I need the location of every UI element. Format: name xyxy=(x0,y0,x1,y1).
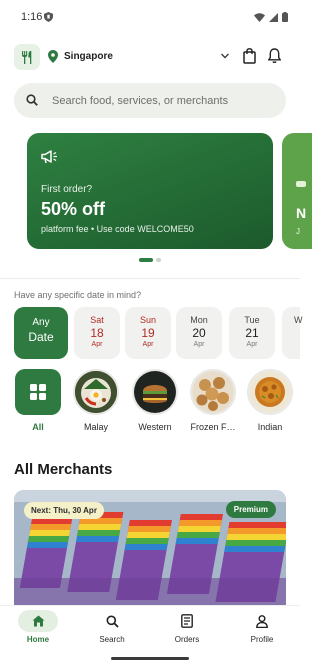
promo-next-subtext: J xyxy=(296,227,300,236)
date-month: Apr xyxy=(142,341,154,348)
frozen-food-image xyxy=(190,369,236,415)
orders-icon xyxy=(181,614,193,628)
nav-search[interactable]: Search xyxy=(82,610,142,644)
carousel-dot xyxy=(156,258,161,262)
burger-art xyxy=(134,371,176,413)
fork-knife-icon xyxy=(22,50,32,64)
date-chip-mon[interactable]: Mon 20 Apr xyxy=(176,307,222,359)
nav-label: Search xyxy=(99,635,125,644)
nav-profile[interactable]: Profile xyxy=(232,610,292,644)
date-question: Have any specific date in mind? xyxy=(14,290,142,300)
battery-icon xyxy=(282,12,288,22)
promo-next-icon xyxy=(296,181,306,187)
date-chip-row: Any Date Sat 18 Apr Sun 19 Apr Mon 20 Ap… xyxy=(14,307,314,359)
category-all[interactable]: All xyxy=(8,369,68,432)
promo-card[interactable]: First order? 50% off platform fee • Use … xyxy=(27,133,273,249)
category-label: Frozen F… xyxy=(190,422,236,432)
category-all-tile xyxy=(15,369,61,415)
next-availability-badge: Next: Thu, 30 Apr xyxy=(24,502,104,519)
location-pin-icon xyxy=(48,50,58,63)
promo-lead: First order? xyxy=(41,184,93,195)
date-chip-wed[interactable]: W xyxy=(282,307,303,359)
profile-icon xyxy=(256,614,268,628)
search-icon-pill xyxy=(92,610,132,632)
indian-food-image xyxy=(247,369,293,415)
status-indicators xyxy=(254,12,288,22)
megaphone-icon xyxy=(41,150,57,164)
location-label[interactable]: Singapore xyxy=(64,51,113,62)
malay-food-image xyxy=(73,369,119,415)
category-malay[interactable]: Malay xyxy=(66,369,126,432)
bottom-navigation: Home Search Orders Profile xyxy=(0,605,300,649)
promo-headline: 50% off xyxy=(41,199,106,219)
home-icon xyxy=(32,615,44,627)
system-home-indicator xyxy=(111,657,189,660)
search-input[interactable] xyxy=(52,83,277,118)
date-day: 19 xyxy=(141,326,155,340)
top-bar: Singapore xyxy=(14,44,286,70)
category-western[interactable]: Western xyxy=(125,369,185,432)
date-month: Apr xyxy=(91,341,103,348)
shopping-bag-icon[interactable] xyxy=(243,48,256,64)
chevron-down-icon[interactable] xyxy=(221,53,229,59)
nav-label: Profile xyxy=(250,635,274,644)
home-icon-pill xyxy=(18,610,58,632)
date-month: Apr xyxy=(246,341,258,348)
category-label: All xyxy=(32,422,44,432)
search-icon xyxy=(26,94,38,106)
date-chip-sun[interactable]: Sun 19 Apr xyxy=(125,307,171,359)
nav-home[interactable]: Home xyxy=(8,610,68,644)
search-icon xyxy=(106,615,119,628)
section-divider xyxy=(0,278,300,279)
burger-image xyxy=(132,369,178,415)
date-month: Apr xyxy=(193,341,205,348)
carousel-indicator xyxy=(139,258,161,262)
signal-icon xyxy=(269,12,278,22)
malay-food-art xyxy=(75,371,117,413)
date-weekday: Sun xyxy=(139,315,156,325)
date-chip-tue[interactable]: Tue 21 Apr xyxy=(229,307,275,359)
date-weekday: Tue xyxy=(244,315,260,325)
date-day: 20 xyxy=(192,326,206,340)
section-title-merchants: All Merchants xyxy=(14,461,113,478)
merchant-card[interactable]: Next: Thu, 30 Apr Premium xyxy=(14,490,286,605)
date-day: 18 xyxy=(90,326,104,340)
category-indian[interactable]: Indian xyxy=(240,369,300,432)
promo-subtext: platform fee • Use code WELCOME50 xyxy=(41,224,194,234)
date-weekday: Sat xyxy=(90,315,104,325)
wifi-icon xyxy=(254,12,265,22)
nav-label: Home xyxy=(26,635,50,644)
category-label: Indian xyxy=(257,422,283,432)
status-bar: 1:16 xyxy=(0,0,300,36)
date-chip-sat[interactable]: Sat 18 Apr xyxy=(74,307,120,359)
any-date-line2: Date xyxy=(28,330,54,344)
frozen-food-art xyxy=(192,371,234,413)
date-day: 21 xyxy=(245,326,259,340)
indian-food-art xyxy=(249,371,291,413)
category-label: Malay xyxy=(83,422,108,432)
nav-orders[interactable]: Orders xyxy=(157,610,217,644)
notification-bell-icon[interactable] xyxy=(268,48,281,64)
promo-next-headline: N xyxy=(296,205,307,221)
category-frozen-food[interactable]: Frozen F… xyxy=(183,369,243,432)
nav-label: Orders xyxy=(174,635,200,644)
grid-icon xyxy=(30,384,46,400)
restaurant-menu-button[interactable] xyxy=(14,44,40,70)
promo-card-next[interactable]: N J xyxy=(282,133,312,249)
any-date-line1: Any xyxy=(32,317,50,328)
orders-icon-pill xyxy=(167,610,207,632)
search-bar[interactable] xyxy=(14,83,286,118)
date-weekday: Mon xyxy=(190,315,208,325)
any-date-chip[interactable]: Any Date xyxy=(14,307,68,359)
profile-icon-pill xyxy=(242,610,282,632)
shield-icon xyxy=(44,12,53,22)
category-label: Western xyxy=(138,422,172,432)
status-time: 1:16 xyxy=(21,11,43,23)
carousel-dot-active xyxy=(139,258,153,262)
premium-badge: Premium xyxy=(225,501,276,518)
date-weekday: W xyxy=(294,315,303,325)
